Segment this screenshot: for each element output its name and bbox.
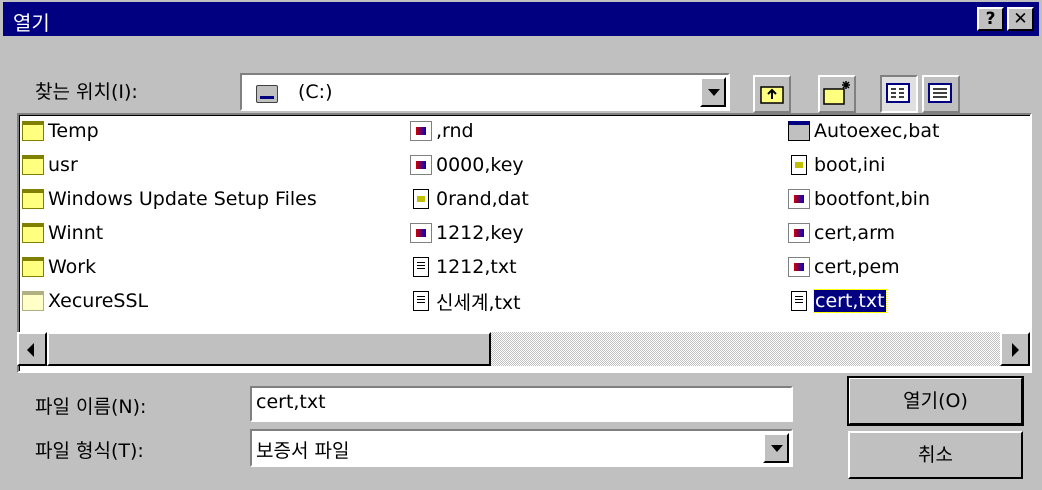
chevron-down-icon [708,89,720,96]
list-view-icon [886,83,910,103]
file-name: Temp [48,120,99,142]
open-file-dialog: 열기 ? ✕ 찾는 위치(I): (C:) Temp usr Windows U… [0,0,1042,490]
settings-file-icon [791,155,807,175]
file-name: 1212,txt [436,256,517,278]
folder-icon [22,189,44,209]
file-name: cert,txt [813,289,887,313]
title-bar[interactable]: 열기 ? ✕ [3,2,1039,36]
file-name: cert,pem [814,256,900,278]
up-one-level-button[interactable] [753,75,791,113]
new-folder-icon [823,81,850,105]
scroll-right-button[interactable] [1000,332,1030,366]
file-name: ,rnd [436,120,474,142]
file-item[interactable]: Autoexec,bat [788,116,939,146]
file-name: Windows Update Setup Files [48,188,317,210]
text-document-icon [413,257,429,277]
details-view-icon [928,83,952,103]
folder-item[interactable]: Windows Update Setup Files [22,184,317,214]
look-in-dropdown-button[interactable] [700,77,726,107]
file-name: 0rand,dat [436,188,529,210]
file-item[interactable]: 1212,key [410,218,524,248]
folder-icon [22,155,44,175]
folder-item[interactable]: XecureSSL [22,286,148,316]
file-item[interactable]: 0000,key [410,150,524,180]
new-folder-button[interactable] [818,75,856,113]
file-name: 1212,key [436,222,524,244]
folder-item[interactable]: Winnt [22,218,103,248]
list-view-button[interactable] [880,75,918,113]
file-name: Work [48,256,97,278]
file-name: boot,ini [814,154,886,176]
open-button[interactable]: 열기(O) [847,376,1024,426]
look-in-value: (C:) [298,81,333,103]
file-name: cert,arm [814,222,896,244]
file-item[interactable]: 신세계,txt [410,286,521,316]
horizontal-scrollbar[interactable] [17,332,1030,366]
arrow-right-icon [1012,343,1019,357]
file-name: 신세계,txt [436,291,521,314]
folder-item[interactable]: usr [22,150,78,180]
folder-item[interactable]: Work [22,252,96,282]
look-in-dropdown[interactable]: (C:) [240,73,730,111]
close-button[interactable]: ✕ [1007,7,1034,31]
batch-file-icon [788,121,810,141]
filetype-value: 보증서 파일 [256,440,350,462]
scrollbar-thumb[interactable] [47,332,491,366]
look-in-label: 찾는 위치(I): [35,81,138,103]
scroll-left-button[interactable] [17,332,47,366]
folder-icon [22,223,44,243]
help-button[interactable]: ? [977,7,1004,31]
folder-icon [22,121,44,141]
details-view-button[interactable] [922,75,960,113]
file-item[interactable]: cert,txt [788,286,887,316]
filetype-dropdown-button[interactable] [763,433,789,463]
cancel-button[interactable]: 취소 [848,431,1023,479]
drive-icon [256,85,278,103]
system-file-icon [410,223,432,243]
system-file-icon [788,189,810,209]
filename-value: cert,txt [256,391,326,413]
filetype-label: 파일 형식(T): [35,440,144,462]
file-name: 0000,key [436,154,524,176]
text-document-icon [413,291,429,311]
arrow-left-icon [27,343,34,357]
filename-input[interactable]: cert,txt [250,386,793,422]
window-title: 열기 [13,11,50,35]
file-item[interactable]: bootfont,bin [788,184,930,214]
file-name: usr [48,154,78,176]
folder-icon [22,257,44,277]
file-name: bootfont,bin [814,188,930,210]
file-item[interactable]: cert,arm [788,218,895,248]
file-item[interactable]: boot,ini [788,150,885,180]
file-item[interactable]: cert,pem [788,252,900,282]
chevron-down-icon [771,445,783,452]
system-file-icon [410,121,432,141]
file-name: Winnt [48,222,104,244]
folder-item[interactable]: Temp [22,116,99,146]
text-document-icon [791,291,807,311]
filename-label: 파일 이름(N): [35,396,147,418]
file-name: XecureSSL [48,290,149,312]
file-item[interactable]: 1212,txt [410,252,517,282]
system-file-icon [788,257,810,277]
filetype-dropdown[interactable]: 보증서 파일 [250,429,793,467]
settings-file-icon [413,189,429,209]
file-item[interactable]: 0rand,dat [410,184,529,214]
folder-up-icon [760,86,784,104]
file-name: Autoexec,bat [814,120,940,142]
system-file-icon [788,223,810,243]
file-item[interactable]: ,rnd [410,116,474,146]
system-file-icon [410,155,432,175]
folder-icon [22,291,44,311]
